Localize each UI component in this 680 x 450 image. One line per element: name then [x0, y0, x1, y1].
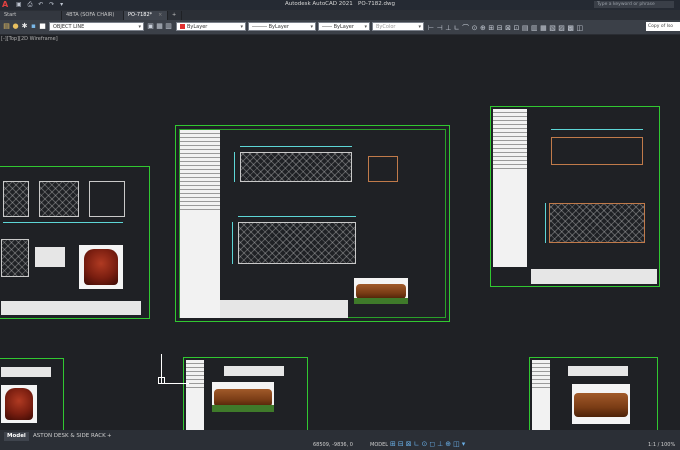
notes-block — [1, 367, 51, 377]
sofa-photo — [574, 392, 628, 417]
dimension-line — [238, 216, 356, 217]
chair-plan-view — [1, 239, 29, 277]
sofa-side-elevation — [368, 156, 398, 182]
lineweight-value: ByLayer — [333, 24, 354, 30]
visual-style-dropdown[interactable]: Copy of Iso — [646, 22, 680, 31]
layout-tab-label: ASTON DESK & SIDE RACK — [33, 433, 106, 439]
plus-icon: + — [107, 433, 112, 439]
dimension-line — [232, 222, 233, 264]
reference-image-chair — [1, 385, 37, 423]
plus-icon: + — [172, 12, 177, 18]
chair-photo — [84, 248, 118, 286]
tab-model[interactable]: Model — [4, 432, 29, 441]
bulb-icon[interactable]: ● — [12, 23, 19, 30]
chair-photo — [5, 388, 33, 420]
layout-tab-label: Model — [7, 433, 26, 439]
chair-back-view — [89, 181, 125, 217]
sofa-plan-view — [549, 203, 645, 243]
drawing-sheet-bottom-left — [0, 358, 64, 438]
reference-image-sofa — [572, 384, 630, 424]
color-value: ByLayer — [187, 24, 208, 30]
annotation-scale[interactable]: 1:1 / 100% — [648, 442, 675, 448]
title-strip — [1, 301, 141, 315]
tab-aston-desk[interactable]: ASTON DESK & SIDE RACK — [30, 432, 109, 441]
tab-po-7182[interactable]: PO-7182* × — [124, 11, 168, 20]
chevron-down-icon: ▾ — [310, 24, 313, 30]
drawing-sheet-left — [0, 166, 150, 319]
ucs-icon — [153, 352, 193, 387]
chevron-down-icon: ▾ — [364, 24, 367, 30]
notes-block — [220, 300, 348, 318]
notes-block — [224, 366, 284, 376]
sofa-front-elevation — [240, 152, 352, 182]
window-title: Autodesk AutoCAD 2021 PO-7182.dwg — [0, 1, 680, 7]
coordinate-readout[interactable]: 68509, -9836, 0 — [313, 442, 353, 448]
lock-icon[interactable]: ▪ — [30, 23, 37, 30]
drawing-sheet-right — [490, 106, 660, 287]
title-bar: A ▣ ⎙ ↶ ↷ ▾ Autodesk AutoCAD 2021 PO-718… — [0, 0, 680, 10]
notes-block — [35, 247, 65, 267]
sofa-photo — [356, 283, 406, 300]
linetype-value: ByLayer — [268, 24, 289, 30]
dimension-line — [3, 222, 123, 223]
file-name: PO-7182.dwg — [358, 1, 396, 7]
close-tab-icon[interactable]: × — [158, 12, 162, 18]
dimension-line — [240, 146, 352, 147]
dimension-line — [545, 203, 546, 243]
linetype-dropdown[interactable]: ――― ByLayer ▾ — [248, 22, 316, 31]
sofa-front-elevation — [551, 137, 643, 165]
chevron-down-icon: ▾ — [418, 24, 421, 30]
dimension-line — [551, 129, 643, 130]
tab-start[interactable]: Start — [0, 11, 62, 20]
model-space-button[interactable]: MODEL — [370, 442, 388, 448]
new-layout-button[interactable]: + — [104, 432, 115, 441]
document-tab-bar: Start 4BTA (SOFA CHAIR) PO-7182* × + — [0, 10, 680, 20]
new-tab-button[interactable]: + — [168, 11, 182, 20]
drawing-sheet-bottom-middle — [183, 357, 308, 437]
color-dropdown[interactable]: ByLayer ▾ — [176, 22, 246, 31]
layer-properties-icon[interactable]: ▤ — [3, 23, 10, 30]
chevron-down-icon: ▾ — [240, 24, 243, 30]
reference-image-chair — [79, 245, 123, 289]
tab-sofa-chair[interactable]: 4BTA (SOFA CHAIR) — [62, 11, 124, 20]
title-block — [532, 360, 550, 434]
grass-area — [212, 405, 274, 412]
notes-block — [568, 366, 628, 376]
sofa-plan-view — [238, 222, 356, 264]
status-toggle-icons[interactable]: ⊞⊟⊠∟⊙◻⊥⊕◫▾ — [390, 440, 467, 448]
properties-toolbar: ▤ ● ✱ ▪ ■ OBJECT LINE ▾ ▣ ▦ ▥ ByLayer ▾ ――… — [0, 20, 680, 35]
sun-icon[interactable]: ✱ — [21, 23, 28, 30]
chair-side-view — [39, 181, 79, 217]
chair-front-view — [3, 181, 29, 217]
dimension-line — [234, 152, 235, 182]
chevron-down-icon: ▾ — [138, 24, 141, 30]
sofa-photo — [214, 388, 272, 407]
match-layer-icon[interactable]: ▦ — [156, 23, 163, 30]
drawing-canvas[interactable] — [0, 34, 680, 438]
title-block — [180, 130, 220, 318]
color-swatch — [180, 24, 185, 29]
color-square-icon[interactable]: ■ — [39, 23, 46, 30]
lineweight-dropdown[interactable]: ―― ByLayer ▾ — [318, 22, 370, 31]
tab-label: Start — [4, 12, 17, 18]
plotstyle-value: ByColor — [376, 24, 396, 30]
layer-value: OBJECT LINE — [53, 24, 85, 30]
app-title: Autodesk AutoCAD 2021 — [284, 1, 353, 7]
grass-area — [354, 298, 408, 304]
plotstyle-dropdown[interactable]: ByColor ▾ — [372, 22, 424, 31]
drawing-sheet-bottom-right — [529, 357, 658, 437]
tab-label: 4BTA (SOFA CHAIR) — [66, 12, 115, 18]
draw-tools-icons[interactable]: ⊢⊣⊥∟⌒⊙⊕⊞⊟⊠⊡▤▥▦▧▨▩◫ — [428, 23, 586, 33]
make-current-icon[interactable]: ▣ — [147, 23, 154, 30]
title-block — [493, 109, 527, 267]
reference-image-sofa — [354, 278, 408, 304]
search-input[interactable]: Type a keyword or phrase — [594, 1, 674, 8]
layer-previous-icon[interactable]: ▥ — [165, 23, 172, 30]
tab-label: PO-7182* — [128, 12, 153, 18]
notes-block — [531, 269, 657, 284]
layer-dropdown[interactable]: OBJECT LINE ▾ — [49, 22, 144, 31]
drawing-sheet-main — [175, 125, 450, 322]
reference-image-sofa — [212, 382, 274, 412]
